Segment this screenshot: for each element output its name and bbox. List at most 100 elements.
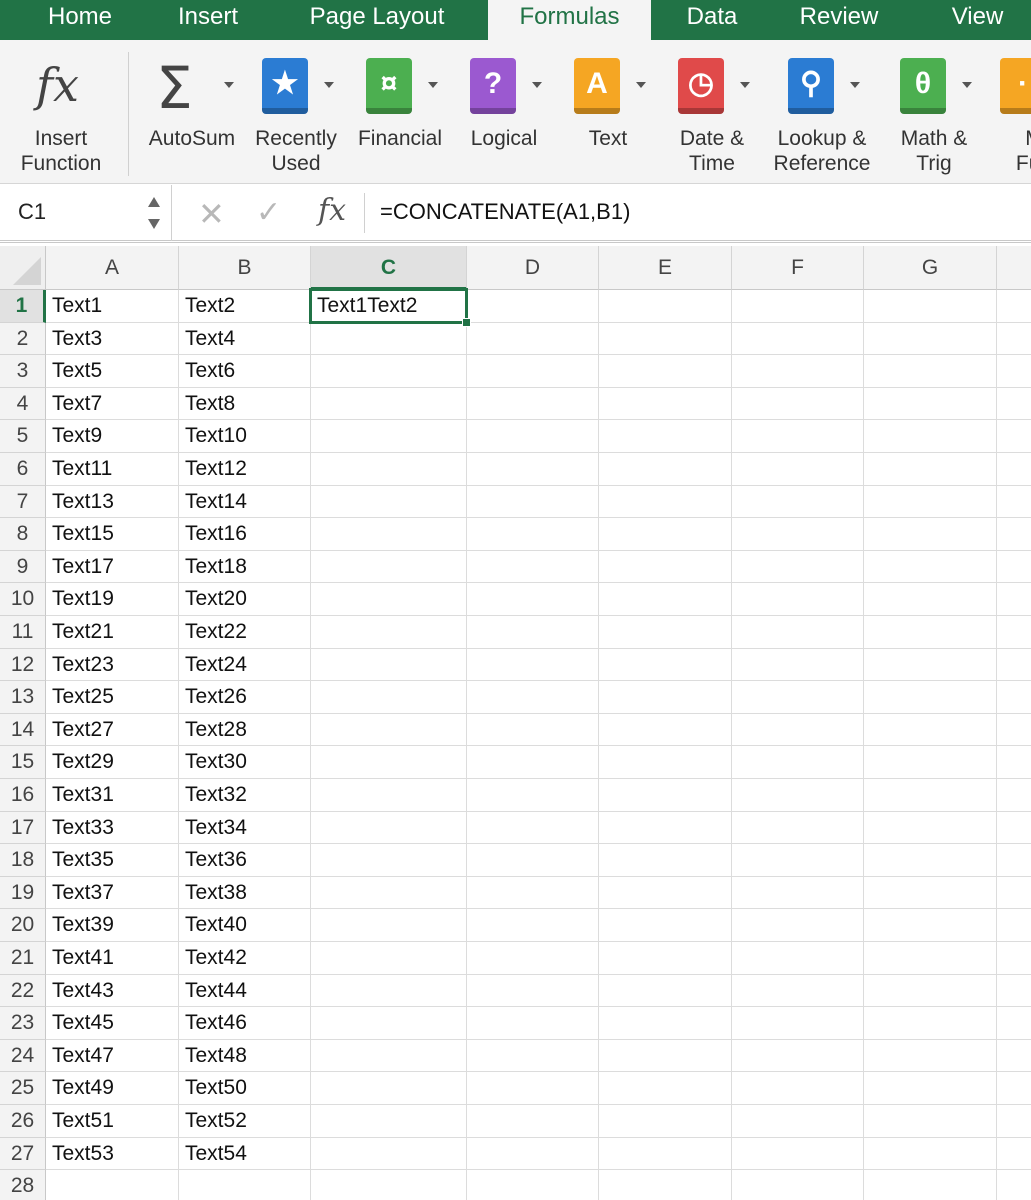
row-header-9[interactable]: 9 xyxy=(0,550,46,584)
column-header-e[interactable]: E xyxy=(599,246,732,290)
cell-f1[interactable] xyxy=(732,290,864,323)
cell-b1[interactable]: Text2 xyxy=(179,290,311,323)
dropdown-arrow-icon[interactable] xyxy=(324,82,334,88)
cell-b16[interactable]: Text32 xyxy=(179,779,311,812)
cell-e12[interactable] xyxy=(599,648,732,682)
row-header-3[interactable]: 3 xyxy=(0,355,46,388)
cell-f16[interactable] xyxy=(732,779,864,812)
cell-a26[interactable]: Text51 xyxy=(46,1105,179,1138)
fill-handle[interactable] xyxy=(462,317,471,327)
cell-c20[interactable] xyxy=(311,909,467,942)
cell-a2[interactable]: Text3 xyxy=(46,322,179,356)
cell-c15[interactable] xyxy=(311,746,467,779)
row-header-23[interactable]: 23 xyxy=(0,1007,46,1040)
ribbon-button-sigma[interactable]: Σ AutoSum xyxy=(149,40,235,183)
name-box[interactable]: C1 xyxy=(0,185,172,241)
cell-b10[interactable]: Text20 xyxy=(179,583,311,616)
cell-d9[interactable] xyxy=(467,550,599,584)
cell-g11[interactable] xyxy=(864,616,997,649)
cell-g21[interactable] xyxy=(864,942,997,975)
cell-e22[interactable] xyxy=(599,974,732,1008)
cell-a28[interactable] xyxy=(46,1170,179,1200)
row-header-5[interactable]: 5 xyxy=(0,420,46,453)
cell-b13[interactable]: Text26 xyxy=(179,681,311,714)
ribbon-button-question[interactable]: ? Logical xyxy=(470,40,542,183)
name-box-stepper-icon[interactable] xyxy=(146,193,162,233)
cell-f15[interactable] xyxy=(732,746,864,779)
cell-c16[interactable] xyxy=(311,779,467,812)
cell-partial21[interactable] xyxy=(997,942,1031,975)
cell-partial14[interactable] xyxy=(997,713,1031,747)
cell-c19[interactable] xyxy=(311,876,467,910)
row-header-19[interactable]: 19 xyxy=(0,876,46,910)
cell-a18[interactable]: Text35 xyxy=(46,844,179,877)
cell-f19[interactable] xyxy=(732,876,864,910)
cell-g22[interactable] xyxy=(864,974,997,1008)
cell-e21[interactable] xyxy=(599,942,732,975)
cell-c21[interactable] xyxy=(311,942,467,975)
cell-partial24[interactable] xyxy=(997,1039,1031,1073)
cell-partial20[interactable] xyxy=(997,909,1031,942)
cell-e1[interactable] xyxy=(599,290,732,323)
cell-f25[interactable] xyxy=(732,1072,864,1105)
cell-g23[interactable] xyxy=(864,1007,997,1040)
cell-partial11[interactable] xyxy=(997,616,1031,649)
cell-partial25[interactable] xyxy=(997,1072,1031,1105)
cell-partial1[interactable] xyxy=(997,290,1031,323)
row-header-2[interactable]: 2 xyxy=(0,322,46,356)
cell-g2[interactable] xyxy=(864,322,997,356)
cell-d24[interactable] xyxy=(467,1039,599,1073)
cell-b23[interactable]: Text46 xyxy=(179,1007,311,1040)
cell-g17[interactable] xyxy=(864,811,997,845)
cell-b9[interactable]: Text18 xyxy=(179,550,311,584)
cell-partial6[interactable] xyxy=(997,453,1031,486)
cell-e4[interactable] xyxy=(599,387,732,421)
cell-b27[interactable]: Text54 xyxy=(179,1137,311,1171)
cell-d6[interactable] xyxy=(467,453,599,486)
cell-b19[interactable]: Text38 xyxy=(179,876,311,910)
cell-f3[interactable] xyxy=(732,355,864,388)
row-header-8[interactable]: 8 xyxy=(0,518,46,551)
cell-d15[interactable] xyxy=(467,746,599,779)
ribbon-button-coins[interactable]: ¤ Financial xyxy=(358,40,442,183)
ribbon-button-star[interactable]: ★ Recently Used xyxy=(255,40,337,183)
cell-partial27[interactable] xyxy=(997,1137,1031,1171)
cell-g15[interactable] xyxy=(864,746,997,779)
cell-d17[interactable] xyxy=(467,811,599,845)
cell-f6[interactable] xyxy=(732,453,864,486)
cell-c10[interactable] xyxy=(311,583,467,616)
cell-a3[interactable]: Text5 xyxy=(46,355,179,388)
cell-a24[interactable]: Text47 xyxy=(46,1039,179,1073)
cell-a14[interactable]: Text27 xyxy=(46,713,179,747)
cell-partial10[interactable] xyxy=(997,583,1031,616)
cell-c8[interactable] xyxy=(311,518,467,551)
row-header-15[interactable]: 15 xyxy=(0,746,46,779)
cell-a6[interactable]: Text11 xyxy=(46,453,179,486)
cell-partial28[interactable] xyxy=(997,1170,1031,1200)
cell-e23[interactable] xyxy=(599,1007,732,1040)
cancel-entry-icon[interactable]: ✕ xyxy=(198,195,225,233)
row-header-14[interactable]: 14 xyxy=(0,713,46,747)
cell-e10[interactable] xyxy=(599,583,732,616)
cell-d13[interactable] xyxy=(467,681,599,714)
formula-input[interactable]: =CONCATENATE(A1,B1) xyxy=(380,199,630,225)
cell-a13[interactable]: Text25 xyxy=(46,681,179,714)
cell-b25[interactable]: Text50 xyxy=(179,1072,311,1105)
cell-partial3[interactable] xyxy=(997,355,1031,388)
cell-d25[interactable] xyxy=(467,1072,599,1105)
cell-c11[interactable] xyxy=(311,616,467,649)
dropdown-arrow-icon[interactable] xyxy=(428,82,438,88)
cell-g12[interactable] xyxy=(864,648,997,682)
dropdown-arrow-icon[interactable] xyxy=(962,82,972,88)
ribbon-button-more-functions[interactable]: · M Fun xyxy=(1000,40,1031,183)
cell-b4[interactable]: Text8 xyxy=(179,387,311,421)
cell-g14[interactable] xyxy=(864,713,997,747)
cell-g1[interactable] xyxy=(864,290,997,323)
row-header-25[interactable]: 25 xyxy=(0,1072,46,1105)
cell-d7[interactable] xyxy=(467,485,599,519)
row-header-12[interactable]: 12 xyxy=(0,648,46,682)
cell-c24[interactable] xyxy=(311,1039,467,1073)
cell-g13[interactable] xyxy=(864,681,997,714)
cell-a9[interactable]: Text17 xyxy=(46,550,179,584)
cell-g3[interactable] xyxy=(864,355,997,388)
